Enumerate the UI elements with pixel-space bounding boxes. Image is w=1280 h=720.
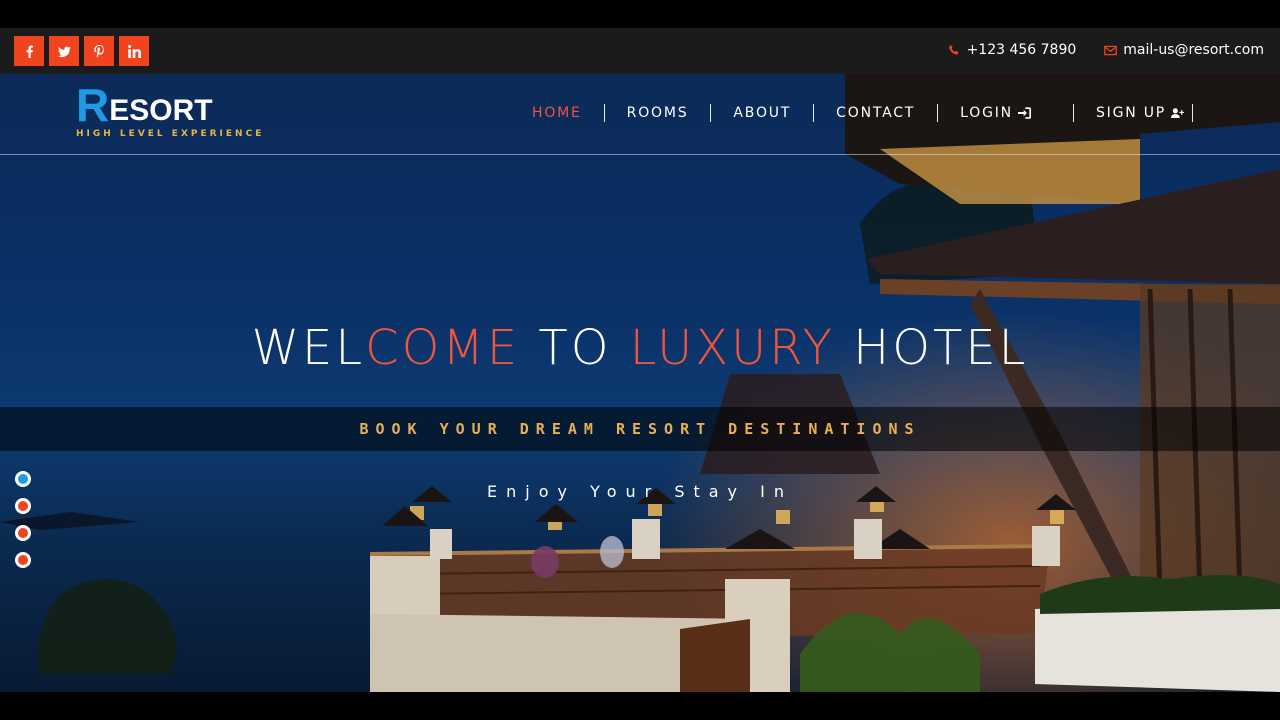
logo-wordmark: R ESORT: [76, 82, 264, 128]
logo-initial: R: [76, 79, 110, 131]
nav-rooms[interactable]: ROOMS: [605, 104, 712, 122]
main-nav: HOME ROOMS ABOUT CONTACT LOGIN SIGN UP: [510, 104, 1194, 122]
hero-tagline: Enjoy Your Stay In: [487, 482, 793, 501]
nav-login[interactable]: LOGIN: [938, 104, 1074, 122]
linkedin-icon[interactable]: [119, 36, 149, 66]
hero-band: BOOK YOUR DREAM RESORT DESTINATIONS: [0, 407, 1280, 451]
envelope-icon: [1104, 45, 1118, 55]
top-bar: +123 456 7890 mail-us@resort.com: [0, 28, 1280, 74]
social-links: [14, 36, 149, 66]
hero-slider: R ESORT HIGH LEVEL EXPERIENCE HOME ROOMS…: [0, 74, 1280, 692]
nav-signup-label: SIGN UP: [1095, 105, 1167, 121]
nav-about[interactable]: ABOUT: [711, 104, 815, 122]
slider-dots: [15, 471, 31, 568]
nav-signup[interactable]: SIGN UP: [1074, 104, 1194, 122]
phone-number: +123 456 7890: [966, 42, 1077, 58]
hero-background-image: [0, 74, 1280, 692]
headline-part-wel: WEL: [251, 320, 366, 376]
sign-in-icon: [1017, 107, 1031, 119]
contact-info: +123 456 7890 mail-us@resort.com: [948, 42, 1264, 58]
headline-part-come: COME: [365, 320, 521, 376]
site-header: R ESORT HIGH LEVEL EXPERIENCE HOME ROOMS…: [0, 74, 1280, 155]
page-frame: +123 456 7890 mail-us@resort.com R ESORT…: [0, 0, 1280, 720]
nav-home[interactable]: HOME: [510, 104, 605, 122]
phone-icon: [948, 44, 959, 55]
phone-contact[interactable]: +123 456 7890: [948, 42, 1077, 58]
nav-contact[interactable]: CONTACT: [814, 104, 939, 122]
slide-dot-1[interactable]: [15, 471, 31, 487]
email-address: mail-us@resort.com: [1123, 42, 1264, 58]
slide-dot-3[interactable]: [15, 525, 31, 541]
headline-part-to: TO: [520, 320, 630, 376]
headline-part-luxury: LUXURY: [629, 320, 835, 376]
email-contact[interactable]: mail-us@resort.com: [1104, 42, 1264, 58]
nav-about-label: ABOUT: [733, 105, 792, 121]
nav-rooms-label: ROOMS: [626, 105, 689, 121]
band-text: BOOK YOUR DREAM RESORT DESTINATIONS: [359, 420, 921, 438]
pinterest-icon[interactable]: [84, 36, 114, 66]
headline-part-hotel: HOTEL: [834, 320, 1029, 376]
logo-tagline: HIGH LEVEL EXPERIENCE: [76, 129, 265, 139]
hero-headline: WELCOME TO LUXURY HOTEL: [0, 320, 1280, 376]
nav-login-label: LOGIN: [960, 105, 1013, 121]
slide-dot-2[interactable]: [15, 498, 31, 514]
slide-dot-4[interactable]: [15, 552, 31, 568]
nav-contact-label: CONTACT: [836, 105, 916, 121]
nav-home-label: HOME: [532, 105, 582, 121]
user-plus-icon: [1171, 108, 1185, 119]
twitter-icon[interactable]: [49, 36, 79, 66]
resort-logo[interactable]: R ESORT HIGH LEVEL EXPERIENCE: [76, 82, 264, 139]
logo-name: ESORT: [109, 94, 213, 127]
facebook-icon[interactable]: [14, 36, 44, 66]
